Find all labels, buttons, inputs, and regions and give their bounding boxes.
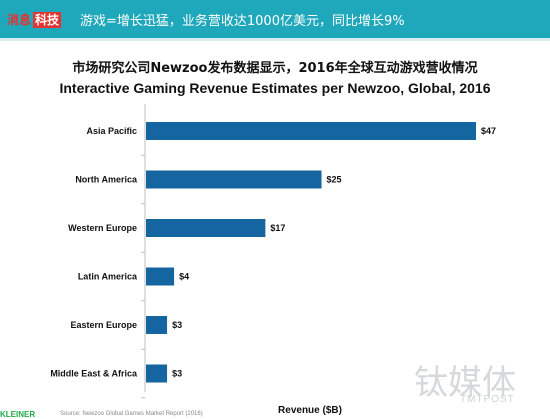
data-label: $47: [481, 126, 496, 136]
data-label: $25: [327, 175, 342, 185]
category-label: Eastern Europe: [70, 320, 137, 330]
data-label: $3: [172, 320, 182, 330]
bar: [146, 170, 322, 189]
category-label: North America: [75, 175, 138, 185]
footer-source: Source: Newzoo Global Games Market Repor…: [60, 411, 203, 417]
data-label: $17: [270, 223, 285, 233]
watermark-sub: TMTPOST: [460, 394, 515, 405]
category-label: Middle East & Africa: [50, 369, 138, 379]
category-label: Latin America: [78, 272, 138, 282]
data-label: $4: [179, 272, 189, 282]
bar: [146, 316, 168, 334]
bar: [146, 364, 168, 383]
category-label: Western Europe: [68, 223, 137, 233]
bar: [146, 267, 175, 286]
data-label: $3: [172, 369, 182, 379]
bar: [146, 122, 476, 140]
category-label: Asia Pacific: [86, 126, 137, 136]
bar: [146, 219, 266, 237]
